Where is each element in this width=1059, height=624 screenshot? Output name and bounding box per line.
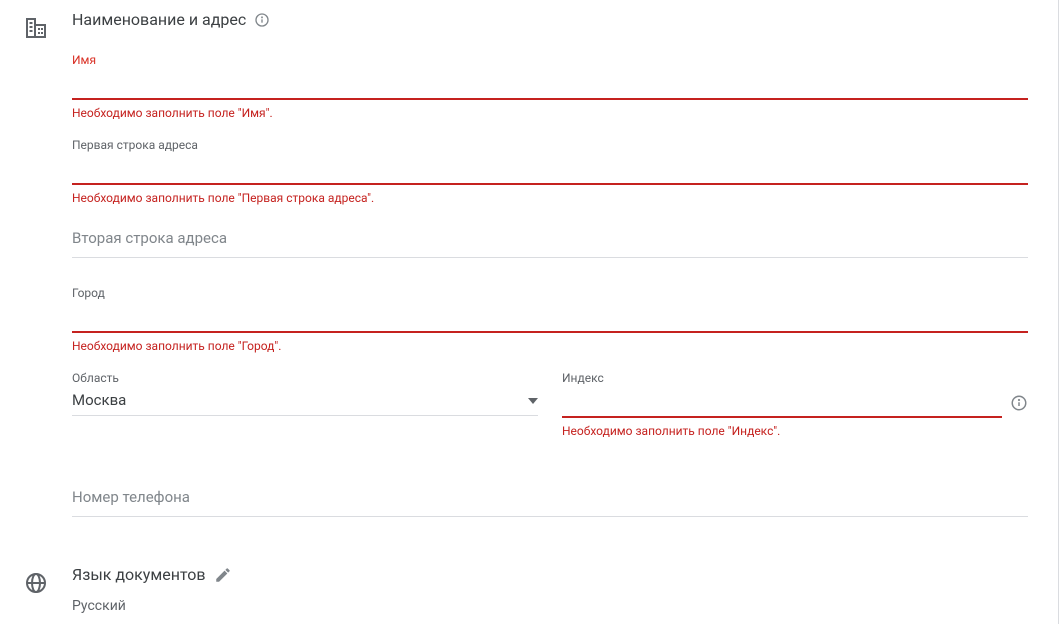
name-address-title: Наименование и адрес [72, 10, 1028, 29]
name-label: Имя [72, 53, 1028, 67]
name-error: Необходимо заполнить поле "Имя". [72, 106, 1028, 120]
city-error: Необходимо заполнить поле "Город". [72, 339, 1028, 353]
doc-language-section: Язык документов Русский [0, 565, 1028, 614]
postal-input[interactable] [562, 387, 1002, 418]
phone-field-wrap: Номер телефона [72, 482, 1028, 517]
edit-icon[interactable] [214, 566, 232, 584]
globe-icon [24, 571, 48, 595]
region-select[interactable]: Москва [72, 387, 538, 416]
city-input[interactable] [72, 302, 1028, 333]
address1-error: Необходимо заполнить поле "Первая строка… [72, 191, 1028, 205]
city-field-wrap: Город Необходимо заполнить поле "Город". [72, 286, 1028, 353]
info-icon[interactable] [1010, 394, 1028, 412]
doc-language-value: Русский [72, 598, 1028, 614]
address1-field-wrap: Первая строка адреса Необходимо заполнит… [72, 138, 1028, 205]
name-address-section: Наименование и адрес Имя Необходимо запо… [0, 10, 1028, 535]
name-field-wrap: Имя Необходимо заполнить поле "Имя". [72, 53, 1028, 120]
name-address-title-text: Наименование и адрес [72, 10, 246, 29]
phone-input[interactable]: Номер телефона [72, 482, 1028, 517]
doc-language-title-text: Язык документов [72, 565, 206, 584]
address1-label: Первая строка адреса [72, 138, 1028, 152]
doc-language-title: Язык документов [72, 565, 1028, 584]
chevron-down-icon [528, 396, 538, 406]
region-field-wrap: Область Москва [72, 371, 538, 438]
name-input[interactable] [72, 69, 1028, 100]
city-label: Город [72, 286, 1028, 300]
postal-label: Индекс [562, 371, 1028, 385]
address1-input[interactable] [72, 154, 1028, 185]
region-value: Москва [72, 387, 528, 415]
info-icon[interactable] [254, 12, 270, 28]
region-postal-row: Область Москва Индекс [72, 371, 1028, 456]
address2-field-wrap: Вторая строка адреса [72, 223, 1028, 258]
address2-input[interactable]: Вторая строка адреса [72, 223, 1028, 258]
postal-error: Необходимо заполнить поле "Индекс". [562, 424, 1028, 438]
building-icon [24, 16, 48, 40]
postal-field-wrap: Индекс Необходимо заполнить поле "Индекс… [562, 371, 1028, 438]
region-label: Область [72, 371, 538, 385]
